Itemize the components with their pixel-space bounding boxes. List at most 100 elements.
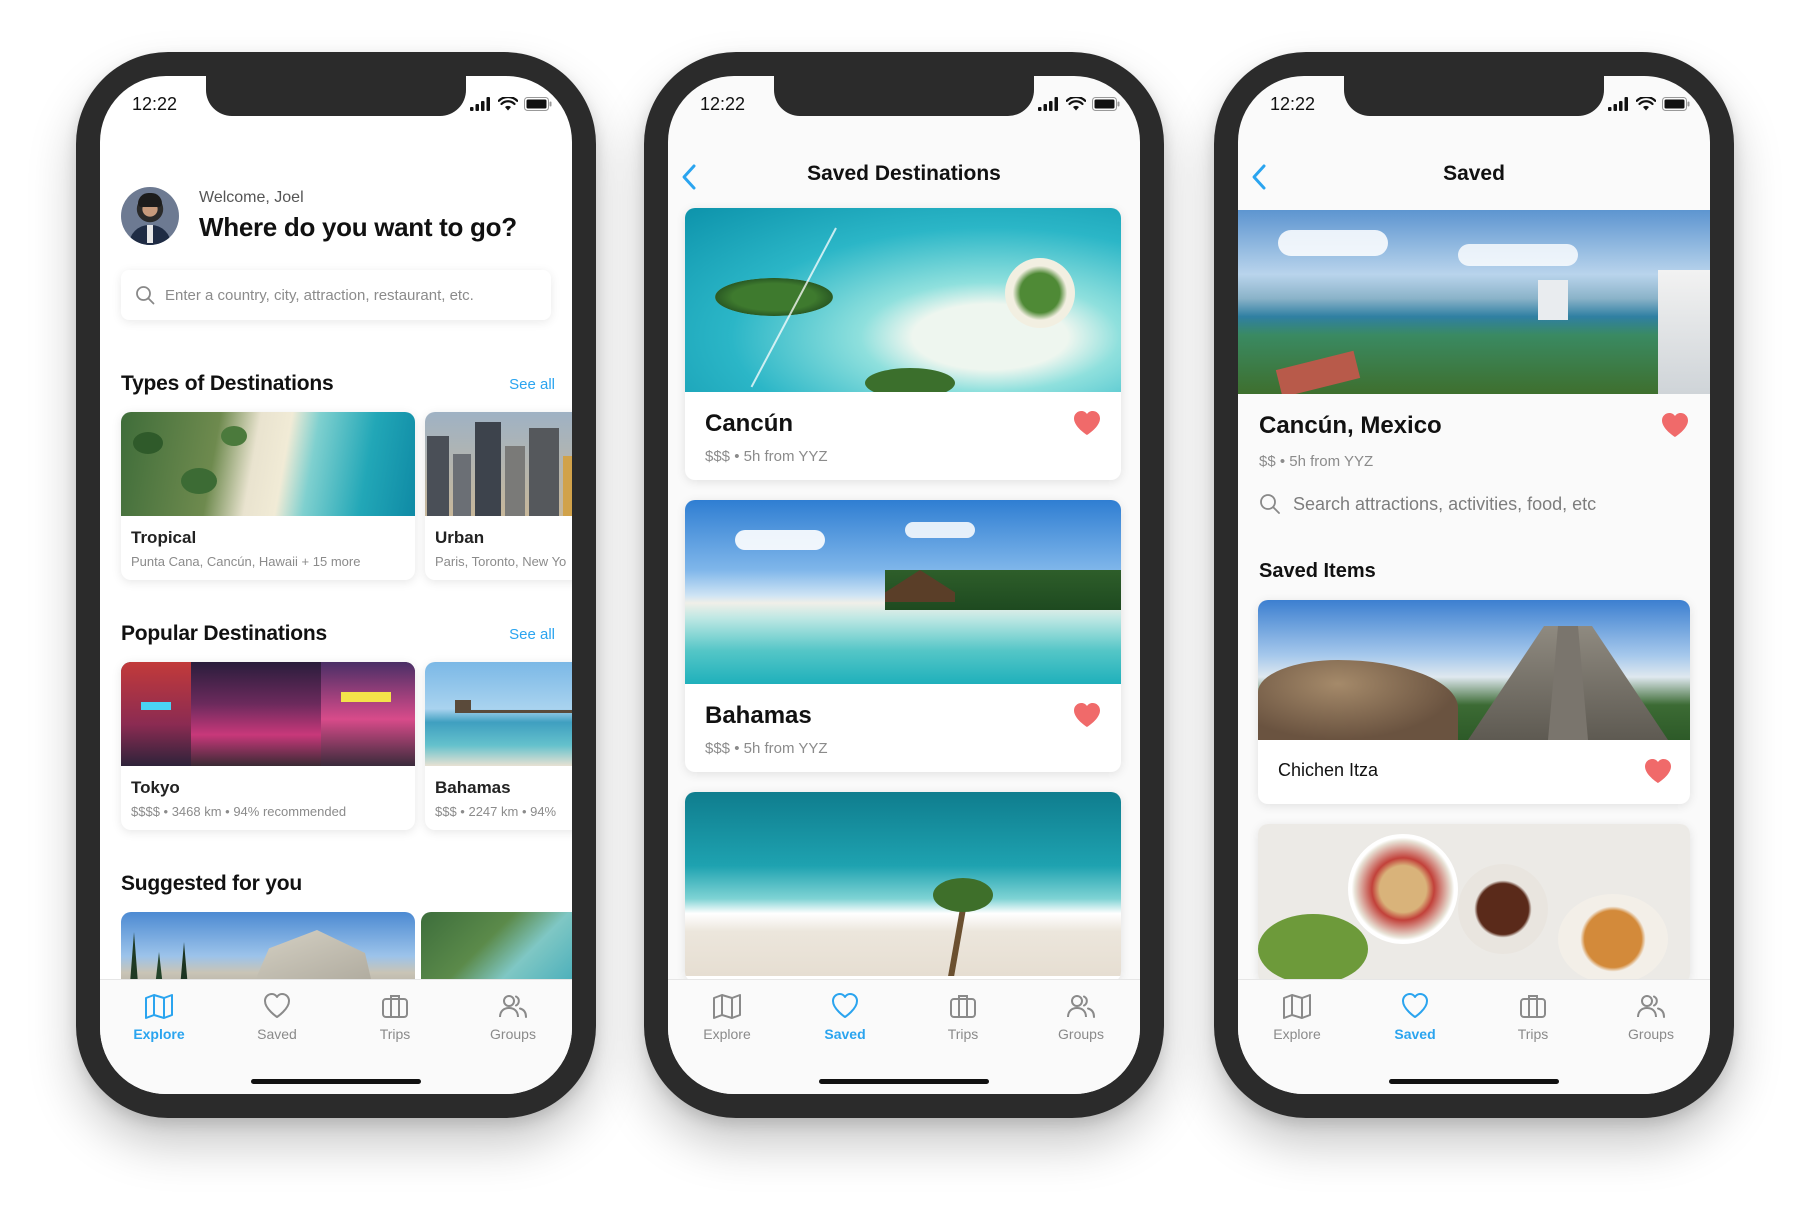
- tab-label: Explore: [703, 1026, 751, 1042]
- destination-card-bahamas[interactable]: Bahamas $$$ • 5h from YYZ: [685, 500, 1121, 772]
- saved-item-chichen-itza[interactable]: Chichen Itza: [1258, 600, 1690, 804]
- signal-icon: [470, 97, 490, 111]
- tab-groups[interactable]: Groups: [454, 990, 572, 1094]
- home-indicator: [251, 1079, 421, 1084]
- wifi-icon: [498, 97, 518, 111]
- users-icon: [1637, 995, 1665, 1018]
- search-input[interactable]: Enter a country, city, attraction, resta…: [165, 287, 474, 304]
- beach-palm-image: [685, 792, 1121, 976]
- tab-label: Trips: [379, 1026, 411, 1042]
- home-indicator: [819, 1079, 989, 1084]
- search-icon: [1260, 494, 1280, 514]
- type-card-name: Tropical: [131, 528, 197, 547]
- battery-icon: [524, 97, 552, 111]
- destination-sub: $$$ • 5h from YYZ: [705, 740, 828, 757]
- food-image: [1258, 824, 1690, 984]
- popular-card-name: Bahamas: [435, 778, 511, 797]
- tab-label: Trips: [947, 1026, 979, 1042]
- cancun-hero-image: [1238, 210, 1710, 394]
- bahamas-beach-image: [685, 500, 1121, 684]
- map-icon: [713, 994, 741, 1019]
- suggested-title: Suggested for you: [121, 872, 302, 895]
- chichen-itza-image: [1258, 600, 1690, 740]
- search-icon: [136, 286, 155, 305]
- tropical-image: [121, 412, 415, 516]
- home-indicator: [1389, 1079, 1559, 1084]
- tab-label: Explore: [133, 1026, 185, 1042]
- wifi-icon: [1066, 97, 1086, 111]
- popular-card-bahamas[interactable]: Bahamas $$$ • 2247 km • 94%: [425, 662, 572, 830]
- phone-saved-detail: 12:22 Saved Cancún, Mexico $$ • 5h from …: [1214, 52, 1734, 1118]
- status-icons: [470, 97, 552, 111]
- popular-card-sub: $$$ • 2247 km • 94%: [435, 804, 557, 819]
- welcome-text: Welcome, Joel: [199, 189, 304, 206]
- tab-explore[interactable]: Explore: [100, 990, 218, 1094]
- popular-card-tokyo[interactable]: Tokyo $$$$ • 3468 km • 94% recommended: [121, 662, 415, 830]
- type-card-urban[interactable]: Urban Paris, Toronto, New Yo: [425, 412, 572, 580]
- bahamas-image: [425, 662, 572, 766]
- tab-groups[interactable]: Groups: [1592, 990, 1710, 1094]
- map-icon: [1283, 994, 1311, 1019]
- favorite-heart-icon[interactable]: [1073, 702, 1101, 733]
- saved-detail-screen: 12:22 Saved Cancún, Mexico $$ • 5h from …: [1238, 76, 1710, 1094]
- urban-image: [425, 412, 572, 516]
- type-card-sub: Paris, Toronto, New Yo: [435, 554, 567, 569]
- saved-item-name: Chichen Itza: [1278, 760, 1379, 780]
- avatar[interactable]: [121, 187, 179, 245]
- types-title: Types of Destinations: [121, 372, 334, 395]
- see-all-popular[interactable]: See all: [509, 626, 555, 643]
- search-bar[interactable]: Enter a country, city, attraction, resta…: [121, 270, 551, 320]
- destination-name: Bahamas: [705, 702, 812, 729]
- destination-name: Cancún: [705, 410, 794, 437]
- favorite-heart-icon[interactable]: [1073, 410, 1101, 441]
- explore-screen: 12:22 Welcome, Joel Where do you want to…: [100, 76, 572, 1094]
- type-card-tropical[interactable]: Tropical Punta Cana, Cancún, Hawaii + 15…: [121, 412, 415, 580]
- tab-groups[interactable]: Groups: [1022, 990, 1140, 1094]
- headline: Where do you want to go?: [199, 212, 517, 242]
- favorite-heart-icon[interactable]: [1661, 412, 1689, 443]
- status-time: 12:22: [132, 94, 178, 114]
- popular-card-name: Tokyo: [131, 778, 180, 797]
- briefcase-icon: [1520, 995, 1546, 1018]
- tab-bar: Explore Saved Trips Groups: [1238, 979, 1710, 1094]
- phone-saved-destinations: 12:22 Saved Destinations Cancún $$$ • 5h…: [644, 52, 1164, 1118]
- status-time: 12:22: [1270, 94, 1316, 114]
- place-sub: $$ • 5h from YYZ: [1259, 453, 1374, 470]
- destination-card-cancun[interactable]: Cancún $$$ • 5h from YYZ: [685, 208, 1121, 480]
- heart-icon: [832, 993, 858, 1018]
- type-card-name: Urban: [435, 528, 485, 547]
- saved-item-food[interactable]: [1258, 824, 1690, 984]
- favorite-heart-icon[interactable]: [1644, 758, 1672, 789]
- tab-bar: Explore Saved Trips Groups: [668, 979, 1140, 1094]
- notch: [774, 76, 1034, 116]
- briefcase-icon: [382, 995, 408, 1018]
- tab-label: Saved: [257, 1026, 297, 1042]
- saved-destinations-screen: 12:22 Saved Destinations Cancún $$$ • 5h…: [668, 76, 1140, 1094]
- destination-sub: $$$ • 5h from YYZ: [705, 448, 828, 465]
- page-title: Saved: [1443, 162, 1505, 185]
- destination-card-beach[interactable]: [685, 792, 1121, 982]
- tab-explore[interactable]: Explore: [668, 990, 786, 1094]
- notch: [206, 76, 466, 116]
- attractions-search-input[interactable]: Search attractions, activities, food, et…: [1293, 494, 1596, 515]
- type-card-sub: Punta Cana, Cancún, Hawaii + 15 more: [131, 554, 361, 569]
- notch: [1344, 76, 1604, 116]
- tab-label: Saved: [824, 1026, 866, 1042]
- see-all-types[interactable]: See all: [509, 376, 555, 393]
- tab-label: Groups: [490, 1026, 536, 1042]
- battery-icon: [1662, 97, 1690, 111]
- attractions-search[interactable]: Search attractions, activities, food, et…: [1259, 484, 1689, 524]
- status-icons: [1608, 97, 1690, 111]
- cancun-aerial-image: [685, 208, 1121, 392]
- tab-explore[interactable]: Explore: [1238, 990, 1356, 1094]
- tab-label: Saved: [1394, 1026, 1436, 1042]
- page-title: Saved Destinations: [807, 162, 1001, 185]
- heart-icon: [264, 993, 290, 1018]
- map-icon: [145, 994, 173, 1019]
- popular-card-sub: $$$$ • 3468 km • 94% recommended: [131, 804, 347, 819]
- users-icon: [499, 995, 527, 1018]
- saved-items-title: Saved Items: [1259, 560, 1376, 582]
- signal-icon: [1608, 97, 1628, 111]
- place-name: Cancún, Mexico: [1259, 412, 1442, 439]
- briefcase-icon: [950, 995, 976, 1018]
